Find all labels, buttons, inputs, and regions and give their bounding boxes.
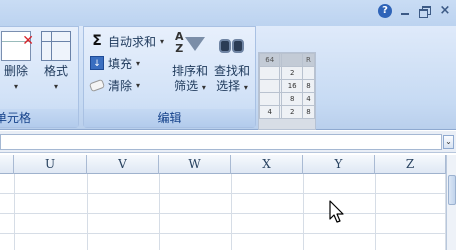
delete-label: 删除 [3,64,28,78]
scrollbar-thumb[interactable] [448,175,456,205]
find-select-label-2: 选择 ▾ [216,79,248,93]
editing-group: Σ 自动求和 ▾ ↓ 填充 ▾ 清除 ▾ AZ 排序和 筛选 ▾ 查找和 选择 … [83,26,256,128]
cells-group: 删除 ▾ 格式 ▾ 单元格 [0,26,79,128]
column-header-v[interactable]: V [87,155,159,174]
find-select-button[interactable]: 查找和 选择 ▾ [212,31,252,95]
mouse-cursor-icon [329,200,344,223]
sigma-icon: Σ [92,33,102,49]
style-preview: 64 R 2 16 8 8 4 4 2 8 [258,52,316,130]
chevron-down-icon: ▾ [13,82,18,91]
fill-down-icon: ↓ [90,56,104,70]
sort-filter-button[interactable]: AZ 排序和 筛选 ▾ [170,31,210,95]
fill-label: 填充 [108,56,133,71]
formula-input[interactable] [0,134,442,150]
cells-group-label: 单元格 [0,109,78,127]
column-header-row: U V W X Y Z [0,155,456,174]
preview-cell: 8 [301,79,316,93]
preview-cell: 4 [258,105,281,119]
preview-cell [301,66,316,80]
preview-cell [258,79,281,93]
grid-line [14,174,15,250]
preview-cell: 2 [281,66,303,80]
vertical-scrollbar[interactable] [446,155,456,250]
fill-button[interactable]: ↓ 填充 ▾ [90,53,140,73]
preview-table: 64 R 2 16 8 8 4 4 2 8 [258,53,316,119]
cell-grid[interactable] [0,174,446,250]
column-header-y[interactable]: Y [303,155,375,174]
preview-cell: 2 [281,105,303,119]
eraser-icon [88,78,106,92]
grid-line [159,174,160,250]
title-bar: ? × [0,0,456,26]
sort-filter-icon: AZ [175,31,205,61]
delete-button[interactable]: 删除 ▾ [0,31,35,94]
chevron-down-icon: ▾ [160,36,165,46]
column-header-w[interactable]: W [159,155,231,174]
help-icon[interactable]: ? [378,4,392,18]
sort-filter-label-2: 筛选 ▾ [174,79,206,93]
clear-label: 清除 [108,78,133,93]
preview-header-cell: 64 [258,53,281,67]
find-select-label-1: 查找和 [213,64,250,78]
preview-cell: 16 [281,79,303,93]
grid-line [303,174,304,250]
column-header-partial[interactable] [0,155,14,174]
expand-formula-bar-icon[interactable]: ⌄ [443,135,454,149]
preview-cell [258,92,281,106]
delete-cells-icon [1,31,34,61]
preview-cell: 4 [301,92,316,106]
preview-cell: 8 [301,105,316,119]
column-header-z[interactable]: Z [375,155,446,174]
grid-line [87,174,88,250]
editing-group-label: 编辑 [84,109,255,127]
autosum-label: 自动求和 [108,34,157,49]
grid-line [375,174,376,250]
ribbon: 删除 ▾ 格式 ▾ 单元格 Σ 自动求和 ▾ ↓ 填充 ▾ 清除 ▾ AZ [0,26,456,130]
chevron-down-icon: ▾ [136,80,141,90]
column-header-u[interactable]: U [14,155,87,174]
format-label: 格式 [43,64,68,78]
chevron-down-icon: ▾ [136,58,141,68]
format-button[interactable]: 格式 ▾ [37,31,75,94]
column-header-x[interactable]: X [231,155,303,174]
window-controls: ? × [378,4,452,18]
preview-header-cell: R [301,53,316,67]
preview-cell [258,66,281,80]
restore-icon[interactable] [418,5,432,18]
minimize-icon[interactable] [398,5,412,17]
close-icon[interactable]: × [438,4,452,17]
autosum-button[interactable]: Σ 自动求和 ▾ [90,31,164,51]
preview-header-cell [281,53,303,67]
chevron-down-icon: ▾ [53,82,58,91]
sort-filter-label-1: 排序和 [171,64,208,78]
clear-button[interactable]: 清除 ▾ [88,75,141,95]
preview-cell: 8 [281,92,303,106]
format-cells-icon [41,31,71,61]
formula-bar: ⌄ [0,131,456,153]
grid-line [231,174,232,250]
binoculars-icon [217,31,247,61]
